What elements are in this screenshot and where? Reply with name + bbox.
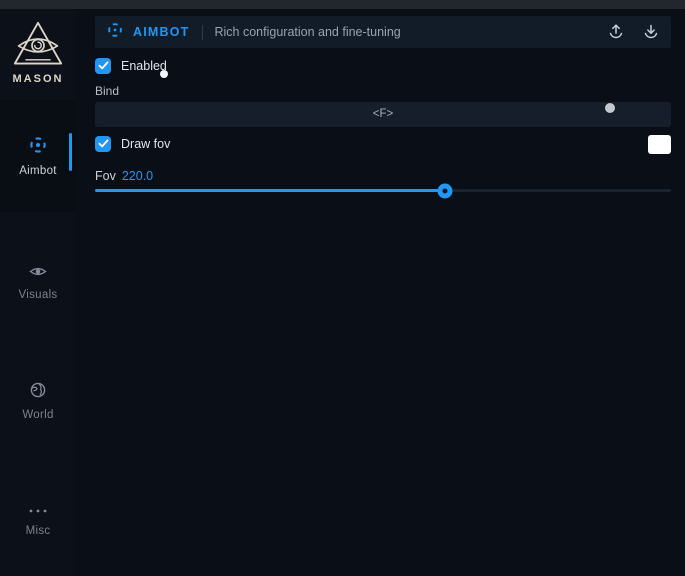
upload-icon bbox=[608, 23, 624, 42]
check-icon bbox=[98, 135, 109, 153]
header-divider bbox=[202, 25, 203, 40]
bind-key-input[interactable]: <F> bbox=[95, 102, 671, 127]
active-indicator-bar bbox=[69, 133, 72, 171]
fov-slider[interactable] bbox=[95, 183, 671, 198]
sidebar-item-world[interactable]: World bbox=[0, 377, 76, 425]
mason-eye-pyramid-icon bbox=[0, 20, 76, 70]
sidebar-item-visuals[interactable]: Visuals bbox=[0, 259, 76, 307]
bind-label: Bind bbox=[95, 84, 119, 98]
eye-icon bbox=[29, 265, 47, 283]
bind-key-value: <F> bbox=[373, 108, 393, 120]
page-title: AIMBOT bbox=[133, 25, 190, 39]
enabled-checkbox[interactable] bbox=[95, 58, 111, 74]
draw-fov-label: Draw fov bbox=[121, 137, 170, 151]
mason-menu-window: MASON Aimbot Visuals bbox=[0, 0, 685, 576]
cursor-dot bbox=[160, 70, 168, 78]
sidebar: MASON Aimbot Visuals bbox=[0, 9, 76, 576]
sidebar-item-label: World bbox=[22, 409, 53, 421]
page-subtitle: Rich configuration and fine-tuning bbox=[215, 25, 401, 39]
logo: MASON bbox=[0, 20, 76, 85]
fov-value-row: Fov 220.0 bbox=[95, 169, 153, 183]
download-icon bbox=[643, 23, 659, 42]
fov-color-swatch[interactable] bbox=[648, 135, 671, 154]
sidebar-item-label: Misc bbox=[26, 525, 51, 537]
crosshair-icon bbox=[107, 22, 123, 43]
sidebar-item-aimbot[interactable]: Aimbot bbox=[0, 100, 76, 212]
ellipsis-icon bbox=[28, 501, 48, 519]
draw-fov-checkbox[interactable] bbox=[95, 136, 111, 152]
sidebar-item-misc[interactable]: Misc bbox=[0, 495, 76, 543]
draw-fov-row: Draw fov bbox=[95, 135, 170, 153]
logo-text: MASON bbox=[0, 73, 76, 85]
globe-icon bbox=[30, 382, 46, 403]
fov-label: Fov bbox=[95, 169, 116, 183]
crosshair-icon bbox=[29, 136, 47, 159]
drag-dot bbox=[605, 103, 615, 113]
fov-value: 220.0 bbox=[122, 169, 153, 183]
slider-thumb[interactable] bbox=[438, 183, 453, 198]
enabled-row: Enabled bbox=[95, 57, 167, 75]
check-icon bbox=[98, 57, 109, 75]
sidebar-item-label: Aimbot bbox=[19, 165, 57, 177]
panel-header: AIMBOT Rich configuration and fine-tunin… bbox=[95, 16, 671, 48]
import-config-button[interactable] bbox=[643, 23, 659, 42]
top-strip bbox=[0, 0, 685, 9]
slider-fill bbox=[95, 189, 445, 192]
export-config-button[interactable] bbox=[608, 23, 624, 42]
sidebar-item-label: Visuals bbox=[19, 289, 58, 301]
